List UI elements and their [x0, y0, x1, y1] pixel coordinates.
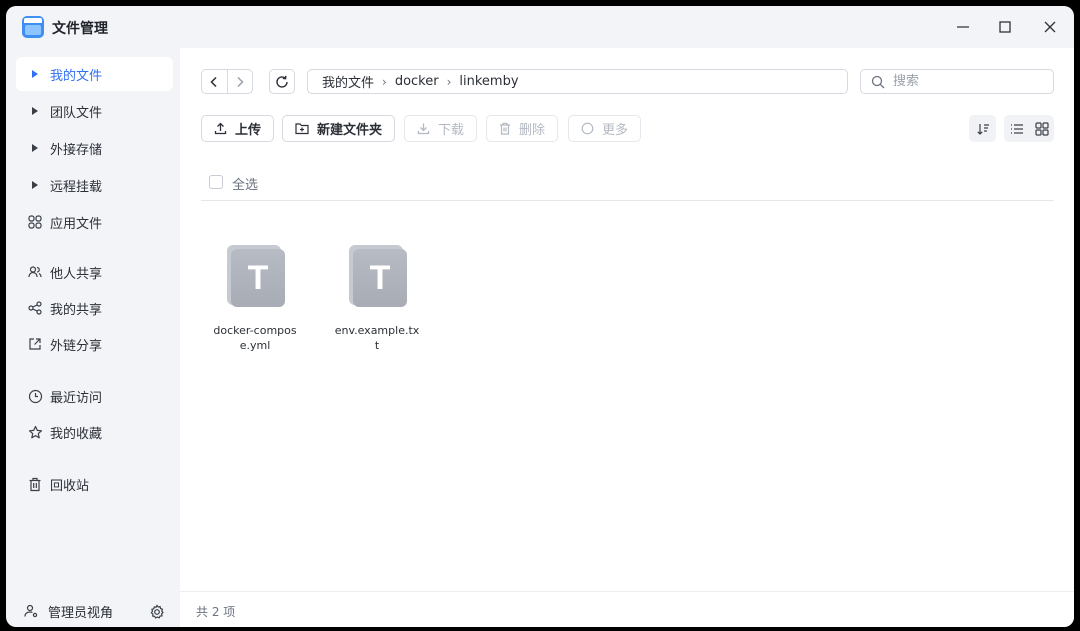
back-button[interactable] — [202, 70, 227, 93]
grid-view-button[interactable] — [1029, 115, 1054, 142]
users-icon — [26, 265, 44, 279]
caret-right-icon — [26, 106, 44, 116]
file-item[interactable]: T docker-compose.yml — [200, 243, 310, 353]
chevron-right-icon — [237, 76, 244, 87]
breadcrumb-separator: › — [446, 74, 452, 89]
trash-icon — [26, 477, 44, 492]
sidebar-item-link-shares[interactable]: 外链分享 — [16, 327, 173, 361]
download-button[interactable]: 下载 — [404, 115, 478, 142]
grid-view-icon — [1034, 121, 1049, 136]
apps-grid-icon — [26, 215, 44, 229]
more-label: 更多 — [602, 123, 629, 138]
file-name: docker-compose.yml — [213, 324, 297, 352]
breadcrumb: 我的文件 › docker › linkemby — [307, 69, 848, 94]
more-circle-icon — [581, 122, 594, 135]
breadcrumb-item[interactable]: docker — [395, 74, 439, 89]
view-mode-toggle — [1004, 115, 1054, 142]
star-icon — [26, 425, 44, 440]
list-view-button[interactable] — [1004, 115, 1029, 142]
breadcrumb-item[interactable]: 我的文件 — [322, 72, 374, 91]
download-icon — [417, 122, 430, 135]
main-panel: 我的文件 › docker › linkemby 上传 新建文件夹 下载 删除 — [180, 48, 1074, 591]
breadcrumb-separator: › — [382, 74, 387, 89]
history-nav — [201, 69, 253, 94]
sidebar-item-label: 外链分享 — [50, 338, 103, 354]
delete-button[interactable]: 删除 — [486, 115, 559, 142]
gear-icon — [150, 604, 164, 619]
close-button[interactable] — [1038, 16, 1062, 38]
share-icon — [26, 301, 44, 315]
select-all-label[interactable]: 全选 — [232, 174, 258, 193]
upload-label: 上传 — [235, 123, 262, 138]
admin-view-label: 管理员视角 — [48, 605, 114, 621]
external-link-icon — [26, 337, 44, 351]
clock-icon — [26, 389, 44, 404]
forward-button[interactable] — [226, 70, 253, 93]
breadcrumb-item[interactable]: linkemby — [459, 74, 518, 89]
sidebar-item-label: 我的共享 — [50, 302, 103, 318]
file-name: env.example.txt — [334, 324, 420, 352]
more-button[interactable]: 更多 — [568, 115, 642, 142]
app-title: 文件管理 — [52, 21, 108, 37]
new-folder-label: 新建文件夹 — [317, 123, 383, 138]
item-count: 共 2 项 — [196, 605, 236, 619]
file-manager-window: 文件管理 我的文件 团队文件 外接存储 远程挂载 应用文件 他人共享 我的共享 … — [6, 6, 1074, 627]
new-folder-button[interactable]: 新建文件夹 — [282, 115, 396, 142]
delete-label: 删除 — [519, 123, 546, 138]
upload-button[interactable]: 上传 — [201, 115, 275, 142]
new-folder-icon — [295, 122, 309, 135]
text-file-icon: T — [225, 243, 285, 309]
maximize-icon — [999, 21, 1011, 33]
sidebar-item-label: 他人共享 — [50, 266, 103, 282]
caret-right-icon — [26, 69, 44, 79]
download-label: 下载 — [438, 123, 465, 138]
sidebar-item-label: 团队文件 — [50, 105, 103, 121]
admin-user-icon — [22, 604, 40, 618]
minimize-button[interactable] — [951, 16, 975, 38]
search-box — [860, 69, 1054, 94]
refresh-button[interactable] — [269, 69, 295, 94]
admin-view-toggle[interactable]: 管理员视角 — [16, 596, 173, 626]
sidebar-item-my-files[interactable]: 我的文件 — [16, 57, 173, 91]
status-bar: 共 2 项 — [180, 591, 1074, 627]
sidebar: 我的文件 团队文件 外接存储 远程挂载 应用文件 他人共享 我的共享 外链分享 — [6, 48, 180, 627]
sidebar-item-label: 回收站 — [50, 478, 90, 494]
sidebar-item-my-shares[interactable]: 我的共享 — [16, 291, 173, 325]
sidebar-item-team-files[interactable]: 团队文件 — [16, 94, 173, 128]
sidebar-item-recycle-bin[interactable]: 回收站 — [16, 467, 173, 501]
settings-button[interactable] — [148, 603, 166, 621]
file-manager-app-icon — [22, 16, 44, 38]
sidebar-item-shared-with-me[interactable]: 他人共享 — [16, 255, 173, 289]
sort-icon — [976, 123, 989, 135]
list-view-icon — [1010, 123, 1023, 134]
select-all-checkbox[interactable] — [209, 175, 223, 189]
close-icon — [1044, 21, 1056, 33]
title-bar: 文件管理 — [6, 6, 1074, 48]
search-input[interactable] — [891, 73, 1045, 90]
sidebar-item-app-files[interactable]: 应用文件 — [16, 205, 173, 239]
sidebar-item-recent[interactable]: 最近访问 — [16, 379, 173, 413]
sidebar-item-label: 最近访问 — [50, 390, 103, 406]
sidebar-item-favorites[interactable]: 我的收藏 — [16, 415, 173, 449]
upload-icon — [214, 122, 227, 135]
sidebar-item-remote-mount[interactable]: 远程挂载 — [16, 168, 173, 202]
minimize-icon — [957, 26, 969, 28]
sidebar-item-external-storage[interactable]: 外接存储 — [16, 131, 173, 165]
sort-button[interactable] — [969, 115, 996, 142]
refresh-icon — [276, 75, 288, 88]
sidebar-item-label: 远程挂载 — [50, 179, 103, 195]
caret-right-icon — [26, 180, 44, 190]
sidebar-item-label: 我的收藏 — [50, 426, 103, 442]
select-all-row: 全选 — [201, 168, 1054, 201]
sidebar-item-label: 外接存储 — [50, 142, 103, 158]
text-file-icon: T — [347, 243, 407, 309]
search-icon — [871, 75, 885, 88]
caret-right-icon — [26, 143, 44, 153]
sidebar-item-label: 应用文件 — [50, 216, 103, 232]
maximize-button[interactable] — [993, 16, 1017, 38]
file-item[interactable]: T env.example.txt — [322, 243, 432, 353]
chevron-left-icon — [210, 76, 217, 87]
sidebar-item-label: 我的文件 — [50, 68, 103, 84]
trash-icon — [499, 122, 511, 135]
